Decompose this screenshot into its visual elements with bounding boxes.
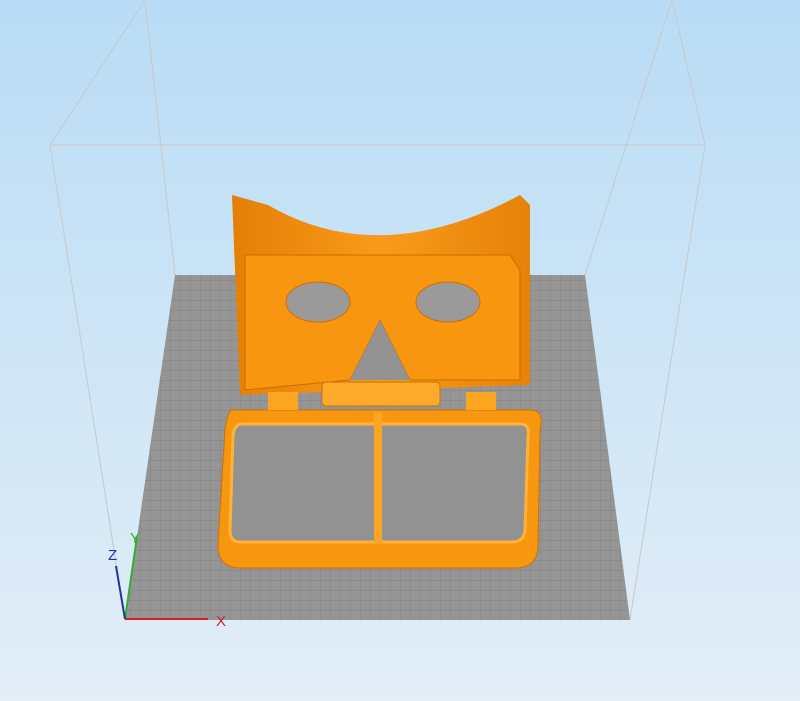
- x-axis-label: X: [216, 613, 226, 630]
- z-axis-line: [115, 565, 126, 620]
- 3d-viewport[interactable]: X Y Z: [0, 0, 800, 701]
- vr-headset-model[interactable]: [217, 195, 542, 569]
- z-axis-label: Z: [108, 547, 117, 564]
- y-axis-label: Y: [130, 530, 140, 547]
